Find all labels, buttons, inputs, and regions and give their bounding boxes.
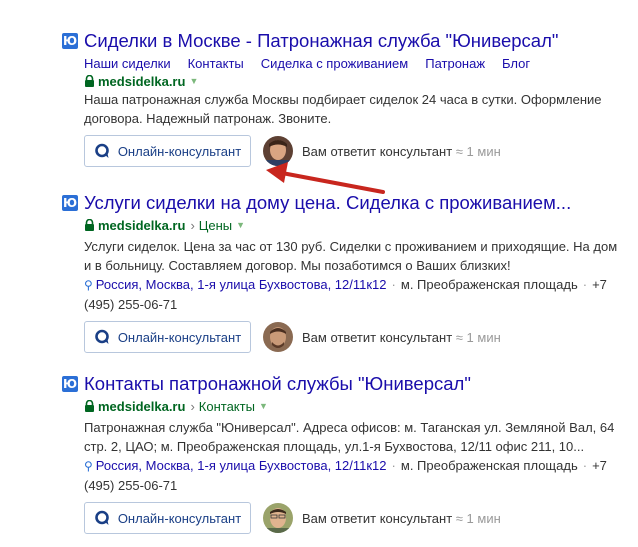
yu-favicon-icon: Ю: [62, 195, 78, 211]
sitelink-sidelka-s-prozhivaniem[interactable]: Сиделка с проживанием: [261, 56, 408, 71]
answer-text: Вам ответит консультант: [302, 329, 453, 345]
sitelinks: Наши сиделки Контакты Сиделка с проживан…: [84, 54, 622, 72]
answer-info: Вам ответит консультант ≈ 1 мин: [302, 144, 501, 159]
result-address: ⚲ Россия, Москва, 1-я улица Бухвостова, 1…: [84, 275, 624, 314]
online-consultant-label: Онлайн-консультант: [117, 143, 242, 159]
result-title-link[interactable]: Сиделки в Москве - Патронажная служба "Ю…: [84, 30, 558, 52]
result-address: ⚲ Россия, Москва, 1-я улица Бухвостова, 1…: [84, 456, 624, 495]
chevron-down-icon[interactable]: ▼: [236, 220, 245, 230]
avatar: [263, 503, 293, 533]
result-domain-link[interactable]: medsidelka.ru: [98, 399, 185, 414]
separator-dot: ·: [582, 277, 588, 292]
lock-icon: [85, 400, 94, 412]
answer-text: Вам ответит консультант: [302, 143, 453, 159]
answer-info: Вам ответит консультант ≈ 1 мин: [302, 511, 501, 526]
chevron-down-icon[interactable]: ▼: [189, 76, 198, 86]
result-url-row: medsidelka.ru › Цены ▼: [84, 216, 622, 234]
separator-dot: ·: [391, 277, 396, 292]
result-url-row: medsidelka.ru › Контакты ▼: [84, 397, 622, 415]
result-snippet: Услуги сиделок. Цена за час от 130 руб. …: [84, 239, 618, 273]
online-consultant-button[interactable]: Онлайн-консультант: [84, 321, 251, 353]
online-consultant-button[interactable]: Онлайн-консультант: [84, 135, 251, 167]
consultant-row: Онлайн-консультант Вам ответит консульта…: [84, 502, 622, 534]
result-title-row: Ю Сиделки в Москве - Патронажная служба …: [62, 28, 622, 54]
location-pin-icon: ⚲: [84, 278, 93, 292]
online-consultant-button[interactable]: Онлайн-консультант: [84, 502, 251, 534]
sitelink-patronazh[interactable]: Патронаж: [425, 56, 485, 71]
search-result-2: Ю Услуги сиделки на дому цена. Сиделка с…: [62, 190, 622, 353]
yu-favicon-icon: Ю: [62, 33, 78, 49]
breadcrumb-link[interactable]: Контакты: [199, 399, 255, 414]
breadcrumb-link[interactable]: Цены: [199, 218, 232, 233]
answer-time: ≈ 1 мин: [455, 329, 501, 345]
chat-bubble-icon: [95, 143, 109, 158]
lock-icon: [85, 219, 94, 231]
separator-dot: ·: [582, 458, 588, 473]
breadcrumb-separator: ›: [190, 217, 195, 233]
breadcrumb-separator: ›: [190, 398, 195, 414]
location-pin-icon: ⚲: [84, 459, 93, 473]
result-snippet: Наша патронажная служба Москвы подбирает…: [84, 92, 602, 126]
online-consultant-label: Онлайн-консультант: [117, 329, 242, 345]
sitelink-blog[interactable]: Блог: [502, 56, 530, 71]
separator-dot: ·: [391, 458, 396, 473]
result-domain-link[interactable]: medsidelka.ru: [98, 74, 185, 89]
metro-station: м. Преображенская площадь: [400, 277, 578, 292]
avatar: [263, 322, 293, 352]
metro-station: м. Преображенская площадь: [400, 458, 578, 473]
avatar: [263, 136, 293, 166]
result-domain-link[interactable]: medsidelka.ru: [98, 218, 185, 233]
result-title-row: Ю Контакты патронажной службы "Юниверсал…: [62, 371, 622, 397]
search-result-3: Ю Контакты патронажной службы "Юниверсал…: [62, 371, 622, 534]
result-title-link[interactable]: Контакты патронажной службы "Юниверсал": [84, 373, 471, 395]
sitelink-nashi-sidelki[interactable]: Наши сиделки: [84, 56, 171, 71]
address-link[interactable]: Россия, Москва, 1-я улица Бухвостова, 12…: [96, 277, 387, 292]
yu-favicon-icon: Ю: [62, 376, 78, 392]
chat-bubble-icon: [95, 510, 109, 525]
result-url-row: medsidelka.ru ▼: [84, 72, 622, 90]
answer-info: Вам ответит консультант ≈ 1 мин: [302, 330, 501, 345]
address-link[interactable]: Россия, Москва, 1-я улица Бухвостова, 12…: [96, 458, 387, 473]
result-title-link[interactable]: Услуги сиделки на дому цена. Сиделка с п…: [84, 192, 571, 214]
answer-time: ≈ 1 мин: [455, 510, 501, 526]
online-consultant-label: Онлайн-консультант: [117, 510, 242, 526]
consultant-row: Онлайн-консультант Вам ответит консульта…: [84, 321, 622, 353]
chat-bubble-icon: [95, 329, 109, 344]
chevron-down-icon[interactable]: ▼: [259, 401, 268, 411]
answer-time: ≈ 1 мин: [455, 143, 501, 159]
lock-icon: [85, 75, 94, 87]
answer-text: Вам ответит консультант: [302, 510, 453, 526]
sitelink-kontakty[interactable]: Контакты: [188, 56, 244, 71]
consultant-row: Онлайн-консультант Вам ответит консульта…: [84, 135, 622, 167]
result-title-row: Ю Услуги сиделки на дому цена. Сиделка с…: [62, 190, 622, 216]
result-snippet: Патронажная служба "Юниверсал". Адреса о…: [84, 420, 615, 454]
search-result-1: Ю Сиделки в Москве - Патронажная служба …: [62, 28, 622, 167]
